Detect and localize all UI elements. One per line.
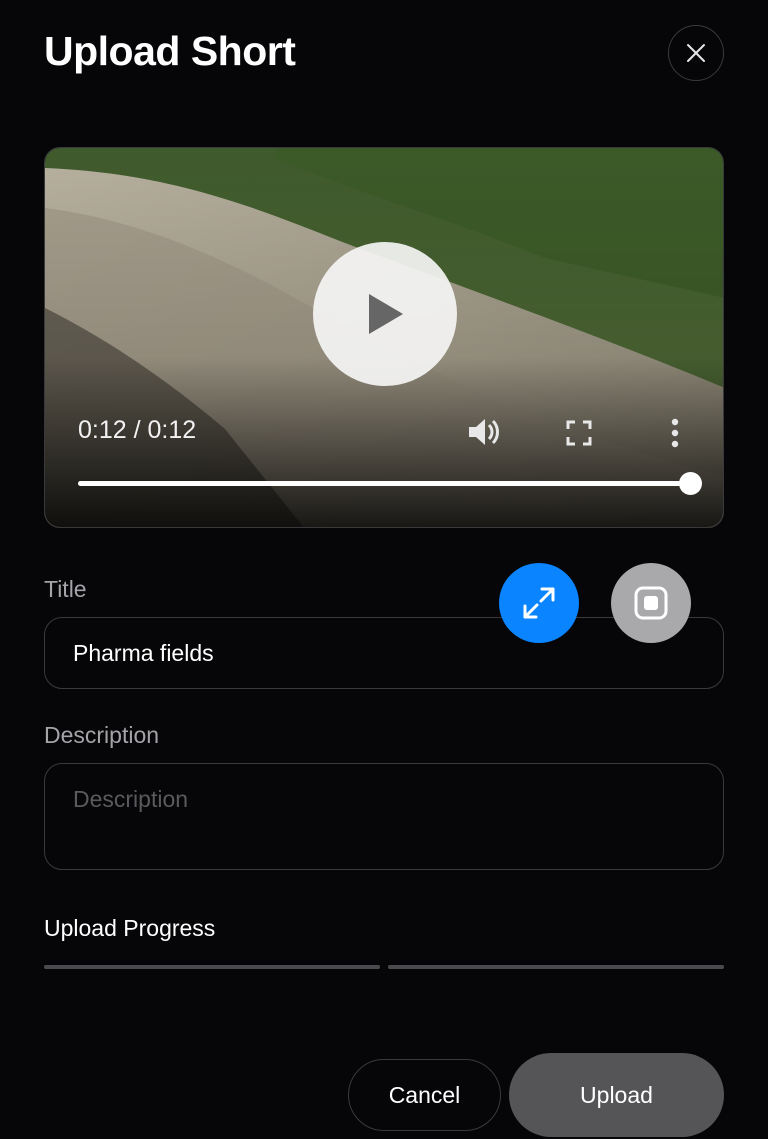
play-icon bbox=[369, 294, 403, 334]
cancel-button[interactable]: Cancel bbox=[348, 1059, 501, 1131]
stop-button[interactable] bbox=[611, 563, 691, 643]
stop-icon bbox=[634, 586, 668, 620]
fullscreen-button[interactable] bbox=[561, 416, 597, 450]
video-progress-thumb[interactable] bbox=[679, 472, 702, 495]
video-player[interactable]: 0:12 / 0:12 bbox=[44, 147, 724, 528]
video-time-display: 0:12 / 0:12 bbox=[78, 416, 197, 444]
upload-progress-segment bbox=[44, 965, 380, 969]
video-progress-bar[interactable] bbox=[78, 472, 702, 495]
upload-button[interactable]: Upload bbox=[509, 1053, 724, 1137]
description-label: Description bbox=[44, 722, 160, 748]
description-input[interactable] bbox=[44, 763, 724, 870]
close-icon bbox=[687, 44, 705, 62]
title-label: Title bbox=[44, 576, 87, 602]
expand-icon bbox=[523, 587, 555, 619]
upload-progress-segment bbox=[388, 965, 724, 969]
play-button[interactable] bbox=[313, 242, 457, 386]
video-progress-fill bbox=[78, 481, 690, 486]
volume-icon bbox=[469, 419, 499, 445]
fullscreen-icon bbox=[566, 420, 592, 446]
more-vertical-icon bbox=[671, 418, 679, 448]
expand-button[interactable] bbox=[499, 563, 579, 643]
upload-short-dialog: Upload Short 0:12 / 0:12 Title Pharma fi… bbox=[0, 0, 768, 1139]
volume-button[interactable] bbox=[463, 414, 505, 450]
upload-progress-label: Upload Progress bbox=[44, 915, 216, 941]
close-button[interactable] bbox=[668, 25, 724, 81]
dialog-title: Upload Short bbox=[44, 28, 296, 74]
more-options-button[interactable] bbox=[661, 414, 689, 452]
